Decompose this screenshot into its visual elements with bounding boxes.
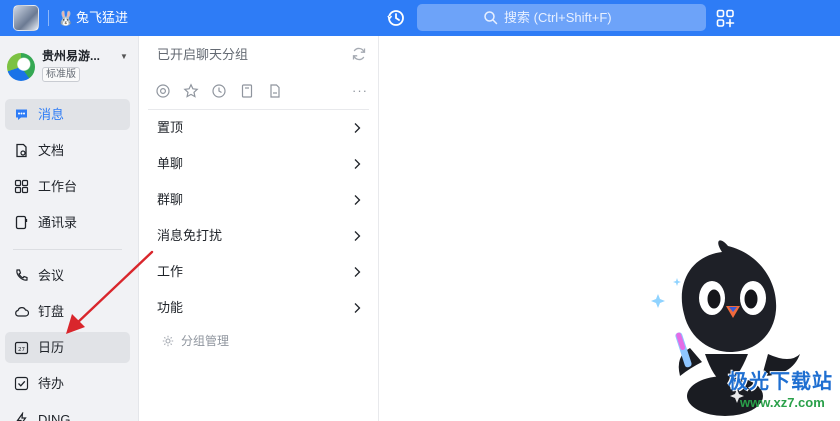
filter-toolbar: ··· [155,83,370,101]
svg-text:27: 27 [18,347,25,353]
add-app-icon[interactable] [716,9,735,28]
chevron-right-icon [354,159,361,169]
group-label: 置顶 [157,120,184,135]
group-label: 消息免打扰 [157,228,223,243]
refresh-icon[interactable] [351,46,367,62]
org-name[interactable]: 贵州易游... [42,48,100,64]
annotation-arrow [66,250,154,334]
todo-check-icon [14,376,29,391]
group-item-functions[interactable]: 功能 [148,290,369,326]
chevron-right-icon [354,195,361,205]
org-logo[interactable] [7,53,35,81]
message-icon [16,109,27,120]
title-bar: 🐰 兔飞猛进 搜索 (Ctrl+Shift+F) [0,0,840,36]
main-content: 极光下载站 www.xz7.com [380,36,840,421]
group-label: 单聊 [157,156,184,171]
user-avatar[interactable] [13,5,39,31]
contacts-icon [15,215,28,230]
history-icon[interactable] [386,8,406,28]
calendar-icon: 27 [14,341,29,355]
clock-icon[interactable] [211,83,227,99]
mascot-illustration [651,240,800,416]
sidebar-item-contacts[interactable]: 通讯录 [5,207,130,238]
chevron-right-icon [354,123,361,133]
bookmark-icon[interactable] [239,83,255,99]
group-label: 群聊 [157,192,184,207]
sidebar-item-messages[interactable]: 消息 [5,99,130,130]
sidebar-item-label: 文档 [38,143,65,158]
edition-badge: 标准版 [42,67,80,82]
search-icon [484,11,498,25]
sidebar-item-label: 待办 [38,376,65,391]
sidebar-item-documents[interactable]: 文档 [5,135,130,166]
sidebar-item-workbench[interactable]: 工作台 [5,171,130,202]
at-mention-icon[interactable] [155,83,171,99]
left-sidebar: 贵州易游... ▼ 标准版 消息 文档 工作台 通讯录 会议 钉盘 27 日历 … [0,36,139,421]
star-icon[interactable] [183,83,199,99]
search-input[interactable]: 搜索 (Ctrl+Shift+F) [417,4,706,31]
group-item-pinned[interactable]: 置顶 [148,110,369,146]
watermark-url: www.xz7.com [740,395,825,410]
group-label: 工作 [157,264,184,279]
sidebar-item-label: 通讯录 [38,215,78,230]
chevron-right-icon [354,231,361,241]
group-manage-label: 分组管理 [181,334,230,348]
group-label: 功能 [157,300,184,315]
bunny-icon: 🐰 [57,10,75,26]
lightning-icon [16,412,27,421]
chevron-right-icon [354,303,361,313]
sidebar-item-label: DING [38,412,71,421]
chevron-down-icon[interactable]: ▼ [120,52,128,61]
workbench-icon [14,179,29,194]
sidebar-item-label: 日历 [38,340,65,355]
document-icon [16,143,27,158]
watermark-logo: 极光下载站 [728,371,833,393]
panel-title: 已开启聊天分组 [157,47,249,62]
file-icon[interactable] [267,83,283,99]
group-item-do-not-disturb[interactable]: 消息免打扰 [148,218,369,254]
search-placeholder: 搜索 (Ctrl+Shift+F) [504,10,612,25]
group-item-work[interactable]: 工作 [148,254,369,290]
gear-icon [162,335,174,347]
group-item-group-chat[interactable]: 群聊 [148,182,369,218]
group-item-single-chat[interactable]: 单聊 [148,146,369,182]
meeting-phone-icon [16,269,28,281]
sidebar-item-ding[interactable]: DING [5,404,130,421]
sidebar-item-label: 工作台 [38,179,78,194]
chat-group-panel: 已开启聊天分组 ··· 置顶 单聊 群聊 消息免打扰 工作 功能 分组管理 [140,36,379,421]
sidebar-item-label: 消息 [38,107,65,122]
brand-name[interactable]: 兔飞猛进 [76,10,128,26]
chevron-right-icon [354,267,361,277]
cloud-drive-icon [15,307,29,317]
more-icon[interactable]: ··· [352,84,368,97]
sidebar-item-todo[interactable]: 待办 [5,368,130,399]
divider [48,10,49,26]
